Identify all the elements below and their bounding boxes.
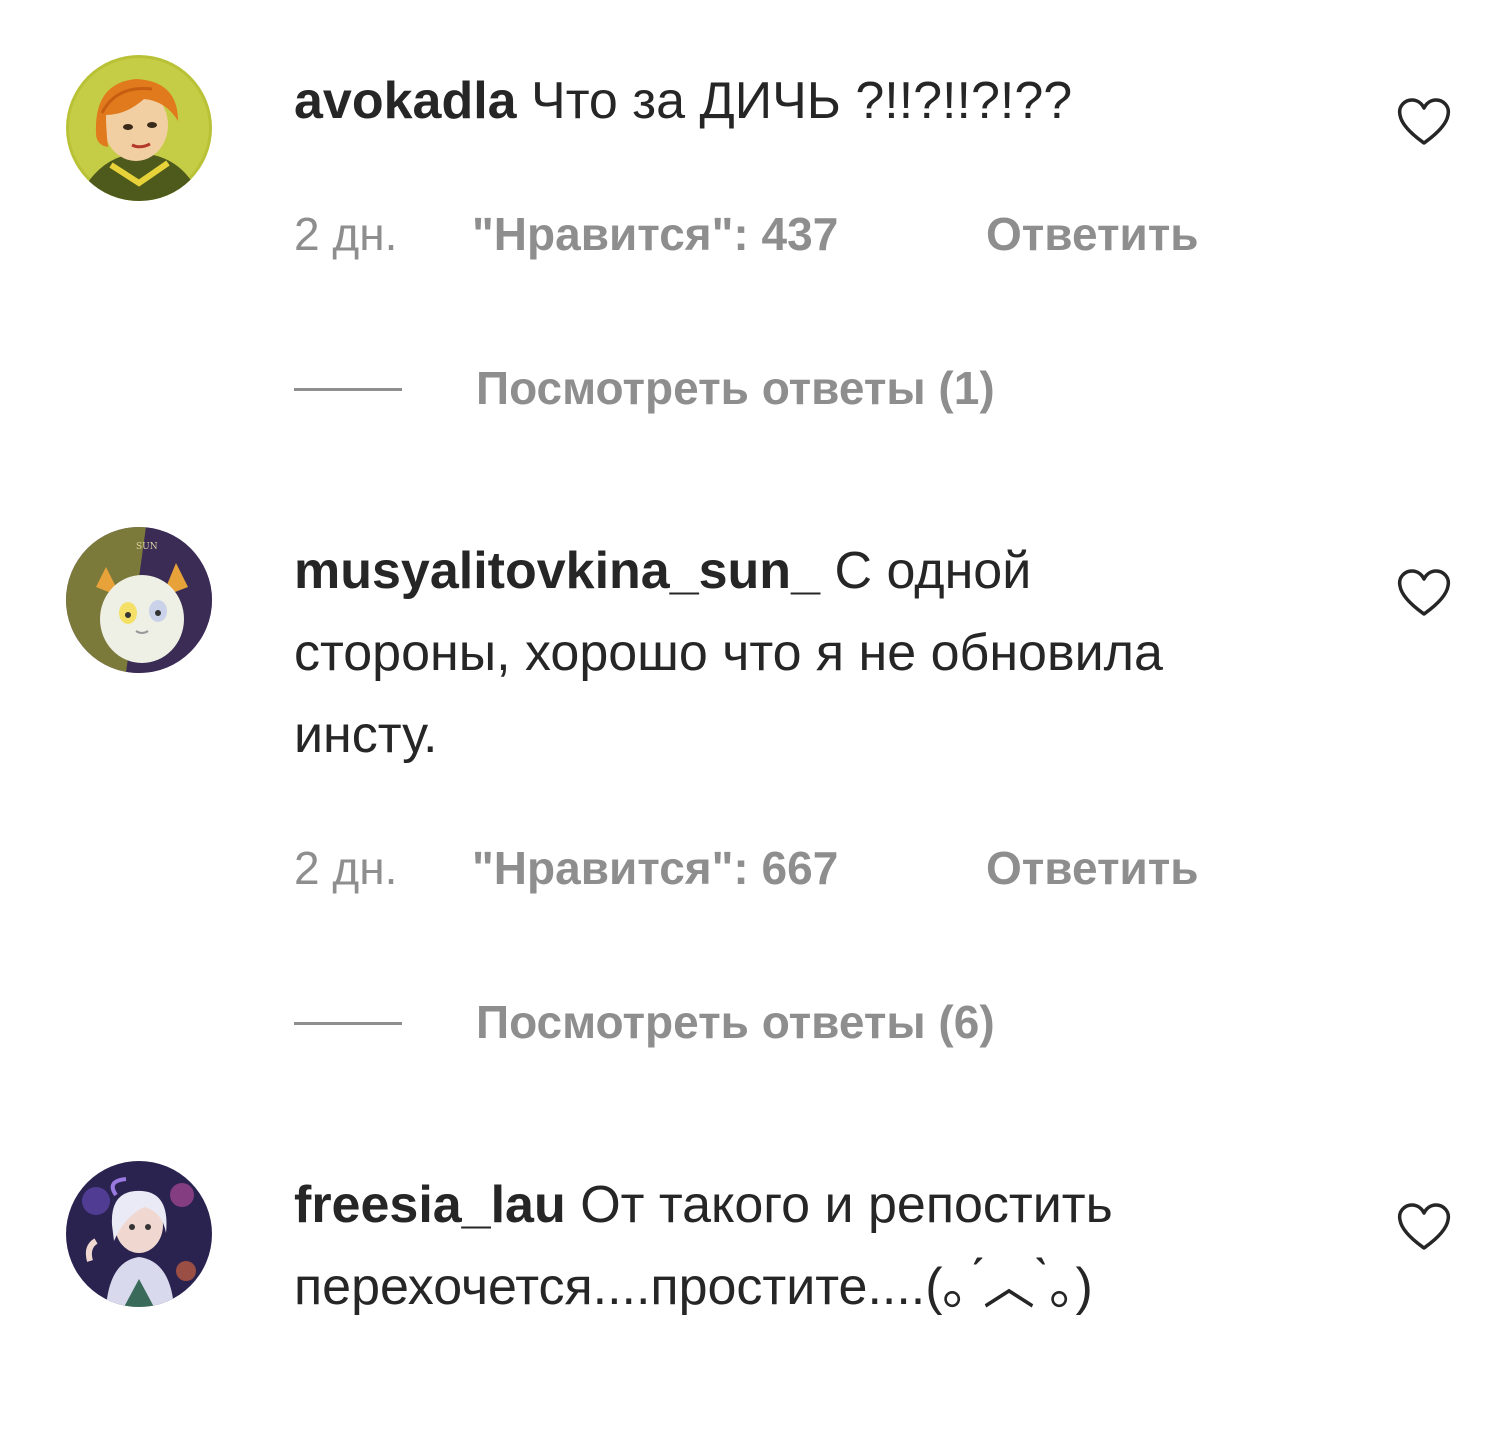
like-heart-icon[interactable] [1396, 96, 1452, 148]
view-replies-label[interactable]: Посмотреть ответы (1) [476, 360, 995, 416]
like-heart-icon[interactable] [1396, 567, 1452, 619]
comment-text: freesia_lau От такого и репостить перехо… [294, 1164, 1354, 1328]
comment-username[interactable]: avokadla [294, 72, 517, 130]
comment-username[interactable]: musyalitovkina_sun_ [294, 542, 820, 600]
comment-likes[interactable]: "Нравится": 667 [472, 840, 986, 896]
avatar[interactable] [66, 55, 212, 201]
comment-meta: 2 дн. "Нравится": 667 Ответить [294, 840, 1199, 896]
view-replies-label[interactable]: Посмотреть ответы (6) [476, 994, 995, 1050]
comment-message: Что за ДИЧЬ ?!!?!!?!?? [531, 72, 1073, 130]
avatar[interactable]: SUN [66, 527, 212, 673]
comment-time: 2 дн. [294, 208, 398, 260]
like-heart-icon[interactable] [1396, 1201, 1452, 1253]
comment-text: avokadla Что за ДИЧЬ ?!!?!!?!?? [294, 60, 1354, 142]
comment-meta: 2 дн. "Нравится": 437 Ответить [294, 206, 1199, 262]
avatar[interactable] [66, 1161, 212, 1307]
reply-button[interactable]: Ответить [986, 206, 1199, 262]
comment-likes[interactable]: "Нравится": 437 [472, 206, 986, 262]
reply-button[interactable]: Ответить [986, 840, 1199, 896]
comment-text: musyalitovkina_sun_ С одной стороны, хор… [294, 530, 1244, 776]
replies-divider [294, 388, 402, 391]
avatar-label: SUN [136, 542, 158, 552]
replies-divider [294, 1022, 402, 1025]
comment-username[interactable]: freesia_lau [294, 1176, 566, 1234]
comment-time: 2 дн. [294, 842, 398, 894]
